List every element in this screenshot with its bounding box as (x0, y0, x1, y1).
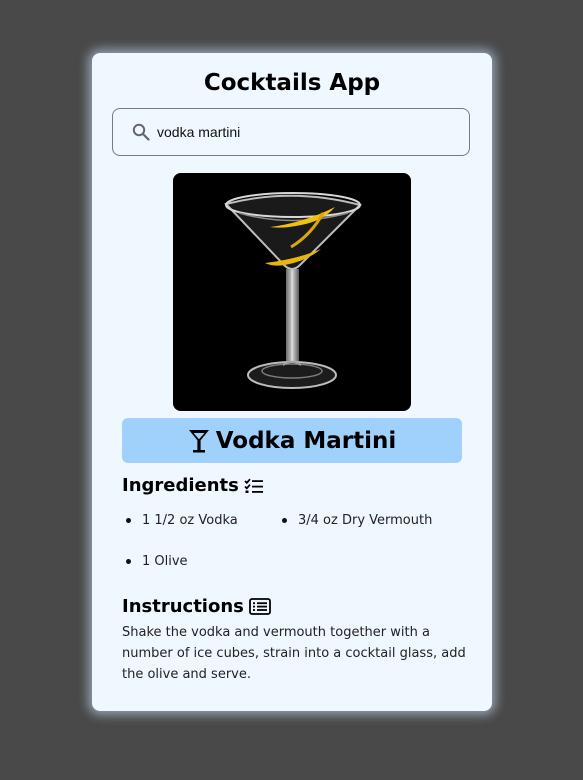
instructions-heading-label: Instructions (122, 596, 244, 617)
cocktail-card: Cocktails App vodka martini Vodka Martin… (92, 53, 492, 711)
bullet (126, 559, 131, 564)
drink-name: Vodka Martini (215, 427, 397, 454)
instructions-text: Shake the vodka and vermouth together wi… (122, 625, 466, 682)
ingredient-label: 1 Olive (142, 554, 188, 569)
ingredient-label: 3/4 oz Dry Vermouth (298, 513, 433, 528)
drink-image (173, 173, 411, 411)
app-title: Cocktails App (203, 70, 381, 96)
ingredient-item: 1 1/2 oz Vodka (126, 513, 238, 528)
drink-name-banner: Vodka Martini (122, 418, 462, 463)
bullet (282, 518, 287, 523)
ingredients-heading-label: Ingredients (122, 475, 239, 496)
ingredient-item: 1 Olive (126, 554, 188, 569)
bullet (126, 518, 131, 523)
martini-glass-illustration (173, 173, 411, 411)
search-input[interactable] (157, 121, 452, 143)
cocktail-glass-icon (188, 429, 209, 452)
ingredient-label: 1 1/2 oz Vodka (142, 513, 238, 528)
search-box[interactable] (112, 108, 470, 156)
search-icon (132, 123, 150, 141)
checklist-icon (244, 478, 263, 493)
list-card-icon (248, 598, 271, 615)
ingredients-heading: Ingredients (122, 475, 264, 496)
instructions-heading: Instructions (122, 596, 271, 617)
ingredient-item: 3/4 oz Dry Vermouth (282, 513, 432, 528)
